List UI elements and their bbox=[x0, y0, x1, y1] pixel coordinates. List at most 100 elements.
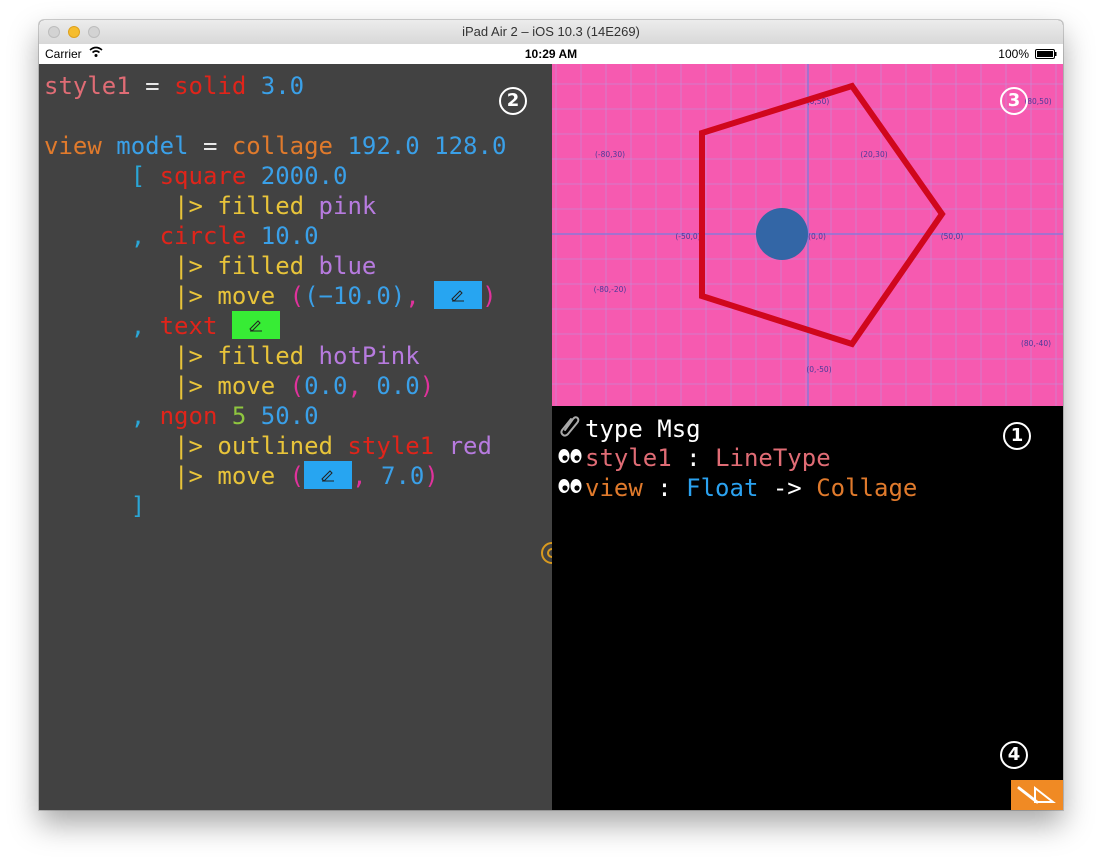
coordinate-label: (20,30) bbox=[860, 150, 887, 159]
token: |> filled bbox=[44, 342, 305, 370]
code-line[interactable]: view model = collage 192.0 128.0 bbox=[44, 131, 506, 161]
token: collage bbox=[231, 132, 334, 160]
type-line: style1 : LineType bbox=[557, 443, 831, 473]
token: |> move bbox=[44, 282, 276, 310]
token: = bbox=[188, 132, 232, 160]
token: , bbox=[352, 462, 381, 490]
eyes-icon bbox=[557, 473, 585, 503]
token: solid bbox=[174, 72, 247, 100]
token: 192.0 128.0 bbox=[333, 132, 507, 160]
paperclip-icon bbox=[557, 413, 585, 444]
ruler-tool-button[interactable] bbox=[1011, 780, 1063, 810]
token: ( bbox=[275, 462, 305, 490]
token: ] bbox=[44, 492, 146, 520]
type-token: style1 bbox=[585, 444, 672, 472]
code-line[interactable]: style1 = solid 3.0 bbox=[44, 71, 304, 101]
code-line[interactable]: [ square 2000.0 bbox=[44, 161, 348, 191]
token: circle bbox=[159, 222, 247, 250]
coordinate-label: (-80,30) bbox=[595, 150, 625, 159]
code-line[interactable]: , ngon 5 50.0 bbox=[44, 401, 319, 431]
token: hotPink bbox=[304, 342, 420, 370]
token: text bbox=[159, 312, 218, 340]
status-time: 10:29 AM bbox=[524, 47, 578, 61]
type-token: type Msg bbox=[585, 415, 701, 443]
token: |> move bbox=[44, 372, 276, 400]
token: ) bbox=[419, 372, 435, 400]
token: |> filled bbox=[44, 252, 305, 280]
type-info-pane: type Msg style1 : LineType view : Float … bbox=[552, 407, 1063, 810]
token: ( bbox=[275, 372, 305, 400]
marker-4: 4 bbox=[1000, 741, 1028, 769]
token: [ bbox=[44, 162, 160, 190]
code-line[interactable]: ] bbox=[44, 491, 145, 521]
type-token: Collage bbox=[816, 474, 918, 502]
number-edit-widget[interactable] bbox=[434, 281, 483, 309]
token: |> move bbox=[44, 462, 276, 490]
code-line[interactable]: |> outlined style1 red bbox=[44, 431, 492, 461]
token: , bbox=[347, 372, 377, 400]
code-line[interactable]: |> move (0.0, 0.0) bbox=[44, 371, 434, 401]
token: ngon bbox=[159, 402, 218, 430]
type-token: view bbox=[585, 474, 643, 502]
window-title: iPad Air 2 – iOS 10.3 (14E269) bbox=[462, 24, 640, 39]
token: style1 bbox=[332, 432, 435, 460]
text-edit-widget[interactable] bbox=[231, 311, 280, 339]
code-line[interactable]: |> filled hotPink bbox=[44, 341, 420, 371]
battery-percent: 100% bbox=[998, 47, 1029, 61]
simulator-window: iPad Air 2 – iOS 10.3 (14E269) Carrier 1… bbox=[39, 20, 1063, 810]
token: 50.0 bbox=[246, 402, 319, 430]
marker-1: 1 bbox=[1003, 422, 1031, 450]
token: view bbox=[44, 132, 102, 160]
collage-svg: (0,50) (80,50)(-80,30) (20,30)(-50,0) (0,0)… bbox=[552, 64, 1063, 406]
token: red bbox=[434, 432, 492, 460]
token: ) bbox=[424, 462, 439, 490]
title-bar[interactable]: iPad Air 2 – iOS 10.3 (14E269) bbox=[39, 20, 1063, 45]
ios-status-bar: Carrier 10:29 AM 100% bbox=[39, 44, 1063, 65]
token: ( bbox=[275, 282, 305, 310]
type-line: type Msg bbox=[557, 413, 701, 443]
token: 2000.0 bbox=[246, 162, 348, 190]
collage-canvas[interactable]: (0,50) (80,50) (-80,30) (20,30) (-50,0) (0,0)… bbox=[552, 64, 1063, 406]
token: 3.0 bbox=[246, 72, 305, 100]
type-line: view : Float -> Collage bbox=[557, 473, 917, 503]
code-line[interactable]: , text bbox=[44, 311, 280, 341]
coordinate-label: (0,-50) bbox=[806, 365, 831, 374]
code-line[interactable]: |> filled blue bbox=[44, 251, 376, 281]
token: , bbox=[44, 222, 160, 250]
code-editor[interactable]: style1 = solid 3.0 view model = collage … bbox=[39, 64, 552, 810]
code-line[interactable]: |> filled pink bbox=[44, 191, 376, 221]
number-edit-widget[interactable] bbox=[304, 461, 353, 489]
token: model bbox=[101, 132, 189, 160]
code-line[interactable]: |> move ((−10.0), ) bbox=[44, 281, 497, 311]
token: , bbox=[44, 402, 160, 430]
ruler-icon bbox=[1017, 785, 1056, 804]
eyes-icon bbox=[557, 443, 585, 473]
coordinate-label: (-50,0) bbox=[675, 232, 700, 241]
code-line[interactable]: , circle 10.0 bbox=[44, 221, 319, 251]
coordinate-label: (80,50) bbox=[1024, 97, 1051, 106]
blue-circle bbox=[756, 208, 808, 260]
token: 5 bbox=[217, 402, 247, 430]
pen-icon bbox=[321, 470, 335, 482]
coordinate-label: (50,0) bbox=[941, 232, 964, 241]
token: blue bbox=[304, 252, 377, 280]
token: |> filled bbox=[44, 192, 305, 220]
token: 7.0 bbox=[381, 462, 425, 490]
token: 10.0 bbox=[246, 222, 319, 250]
pen-icon bbox=[451, 290, 465, 302]
token: 0.0 bbox=[304, 372, 348, 400]
pen-icon bbox=[249, 320, 262, 332]
code-line[interactable]: |> move (, 7.0) bbox=[44, 461, 439, 491]
token: pink bbox=[304, 192, 377, 220]
marker-3: 3 bbox=[1000, 87, 1028, 115]
token: square bbox=[159, 162, 247, 190]
type-token: : bbox=[671, 444, 716, 472]
type-token: LineType bbox=[715, 444, 831, 472]
token: , bbox=[405, 282, 435, 310]
token: style1 bbox=[44, 72, 131, 100]
token: , bbox=[44, 312, 160, 340]
token: (−10.0) bbox=[304, 282, 406, 310]
type-token: -> bbox=[758, 474, 817, 502]
coordinate-label: (0,0) bbox=[808, 232, 826, 241]
